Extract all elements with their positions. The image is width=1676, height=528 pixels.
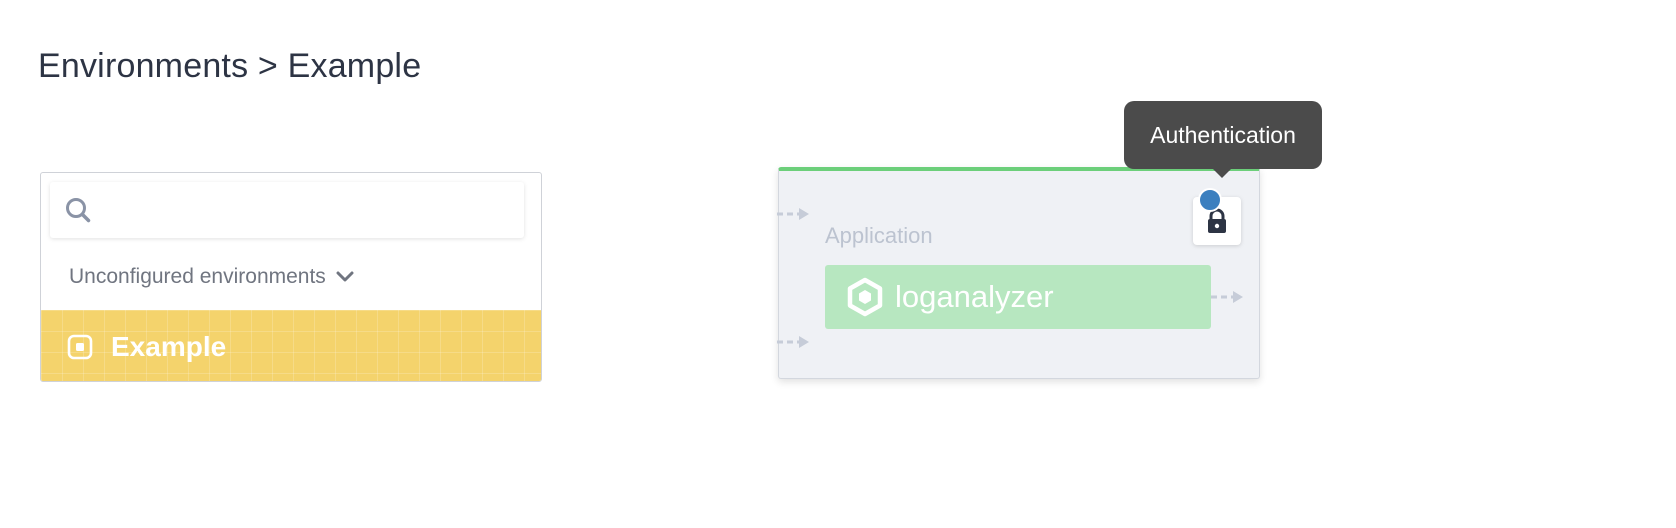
environment-square-icon [67, 334, 93, 359]
node-type-label: Application [825, 223, 933, 248]
application-bar[interactable]: loganalyzer [825, 265, 1211, 329]
tooltip: Authentication [1124, 101, 1322, 169]
chevron-down-icon [336, 271, 354, 282]
unconfigured-environments-toggle[interactable]: Unconfigured environments [69, 265, 354, 289]
hexagon-icon [847, 277, 883, 317]
environment-item-label: Example [111, 330, 227, 362]
environment-panel: Unconfigured environments Example [40, 172, 542, 382]
tooltip-pointer [1212, 168, 1232, 178]
dashed-arrow-icon [1211, 291, 1243, 303]
application-node[interactable]: Application loganalyzer [777, 167, 1260, 379]
search-box[interactable] [50, 182, 524, 238]
dashed-arrow-icon [777, 208, 809, 220]
unconfigured-environments-label: Unconfigured environments [69, 265, 326, 288]
notification-dot [1198, 188, 1222, 212]
breadcrumb: Environments > Example [38, 47, 422, 85]
environment-item-example[interactable]: Example [41, 310, 541, 381]
tooltip-text: Authentication [1150, 121, 1296, 148]
application-name: loganalyzer [895, 279, 1054, 314]
dashed-arrow-icon [777, 336, 809, 348]
search-icon [66, 198, 91, 223]
search-input[interactable] [108, 192, 512, 230]
